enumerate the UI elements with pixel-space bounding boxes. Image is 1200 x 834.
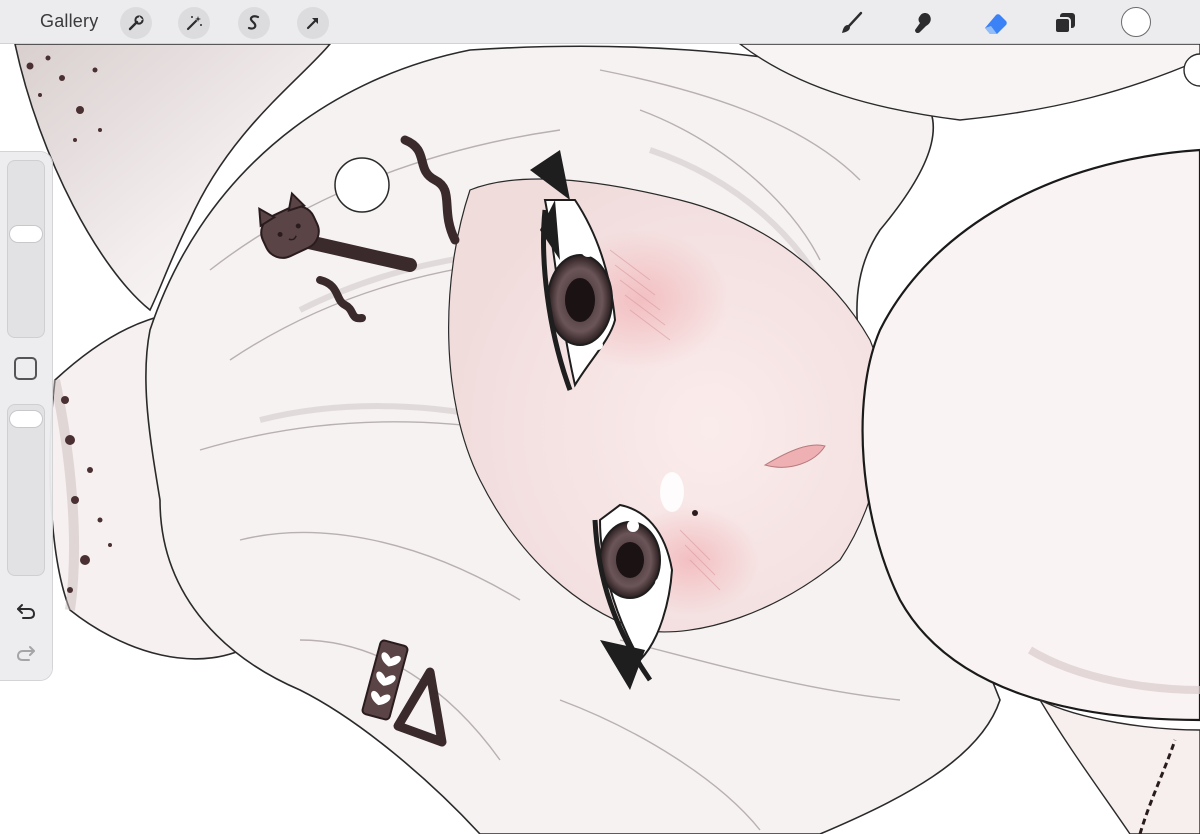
brush-tool-button[interactable]: [836, 7, 868, 39]
brush-size-thumb[interactable]: [9, 225, 43, 243]
adjustments-button[interactable]: [178, 7, 210, 39]
arrow-cursor-icon: [306, 17, 319, 30]
selection-button[interactable]: [238, 7, 270, 39]
eraser-tool-button[interactable]: [979, 7, 1011, 39]
redo-button[interactable]: [12, 642, 40, 666]
gallery-button[interactable]: Gallery: [40, 11, 98, 32]
drawing-canvas[interactable]: [0, 0, 1200, 834]
top-toolbar: Gallery: [0, 0, 1200, 44]
wrench-icon: [128, 15, 144, 31]
smudge-tool-button[interactable]: [907, 7, 939, 39]
layers-button[interactable]: [1049, 7, 1081, 39]
magic-wand-icon: [186, 16, 202, 31]
brush-icon: [842, 11, 863, 33]
brush-size-slider[interactable]: [7, 160, 45, 338]
layers-icon: [1054, 13, 1075, 34]
opacity-thumb[interactable]: [9, 410, 43, 428]
undo-button[interactable]: [12, 600, 40, 624]
color-picker-swatch[interactable]: [1121, 7, 1151, 37]
selection-s-icon: [247, 15, 260, 30]
undo-icon: [17, 604, 36, 619]
artwork: [0, 0, 1200, 834]
opacity-slider[interactable]: [7, 404, 45, 576]
left-sidebar: [0, 152, 52, 680]
eraser-icon: [985, 14, 1007, 34]
actions-button[interactable]: [120, 7, 152, 39]
smudge-finger-icon: [915, 13, 931, 34]
transform-button[interactable]: [297, 7, 329, 39]
square-modifier-icon[interactable]: [14, 357, 37, 380]
redo-icon: [16, 646, 35, 661]
